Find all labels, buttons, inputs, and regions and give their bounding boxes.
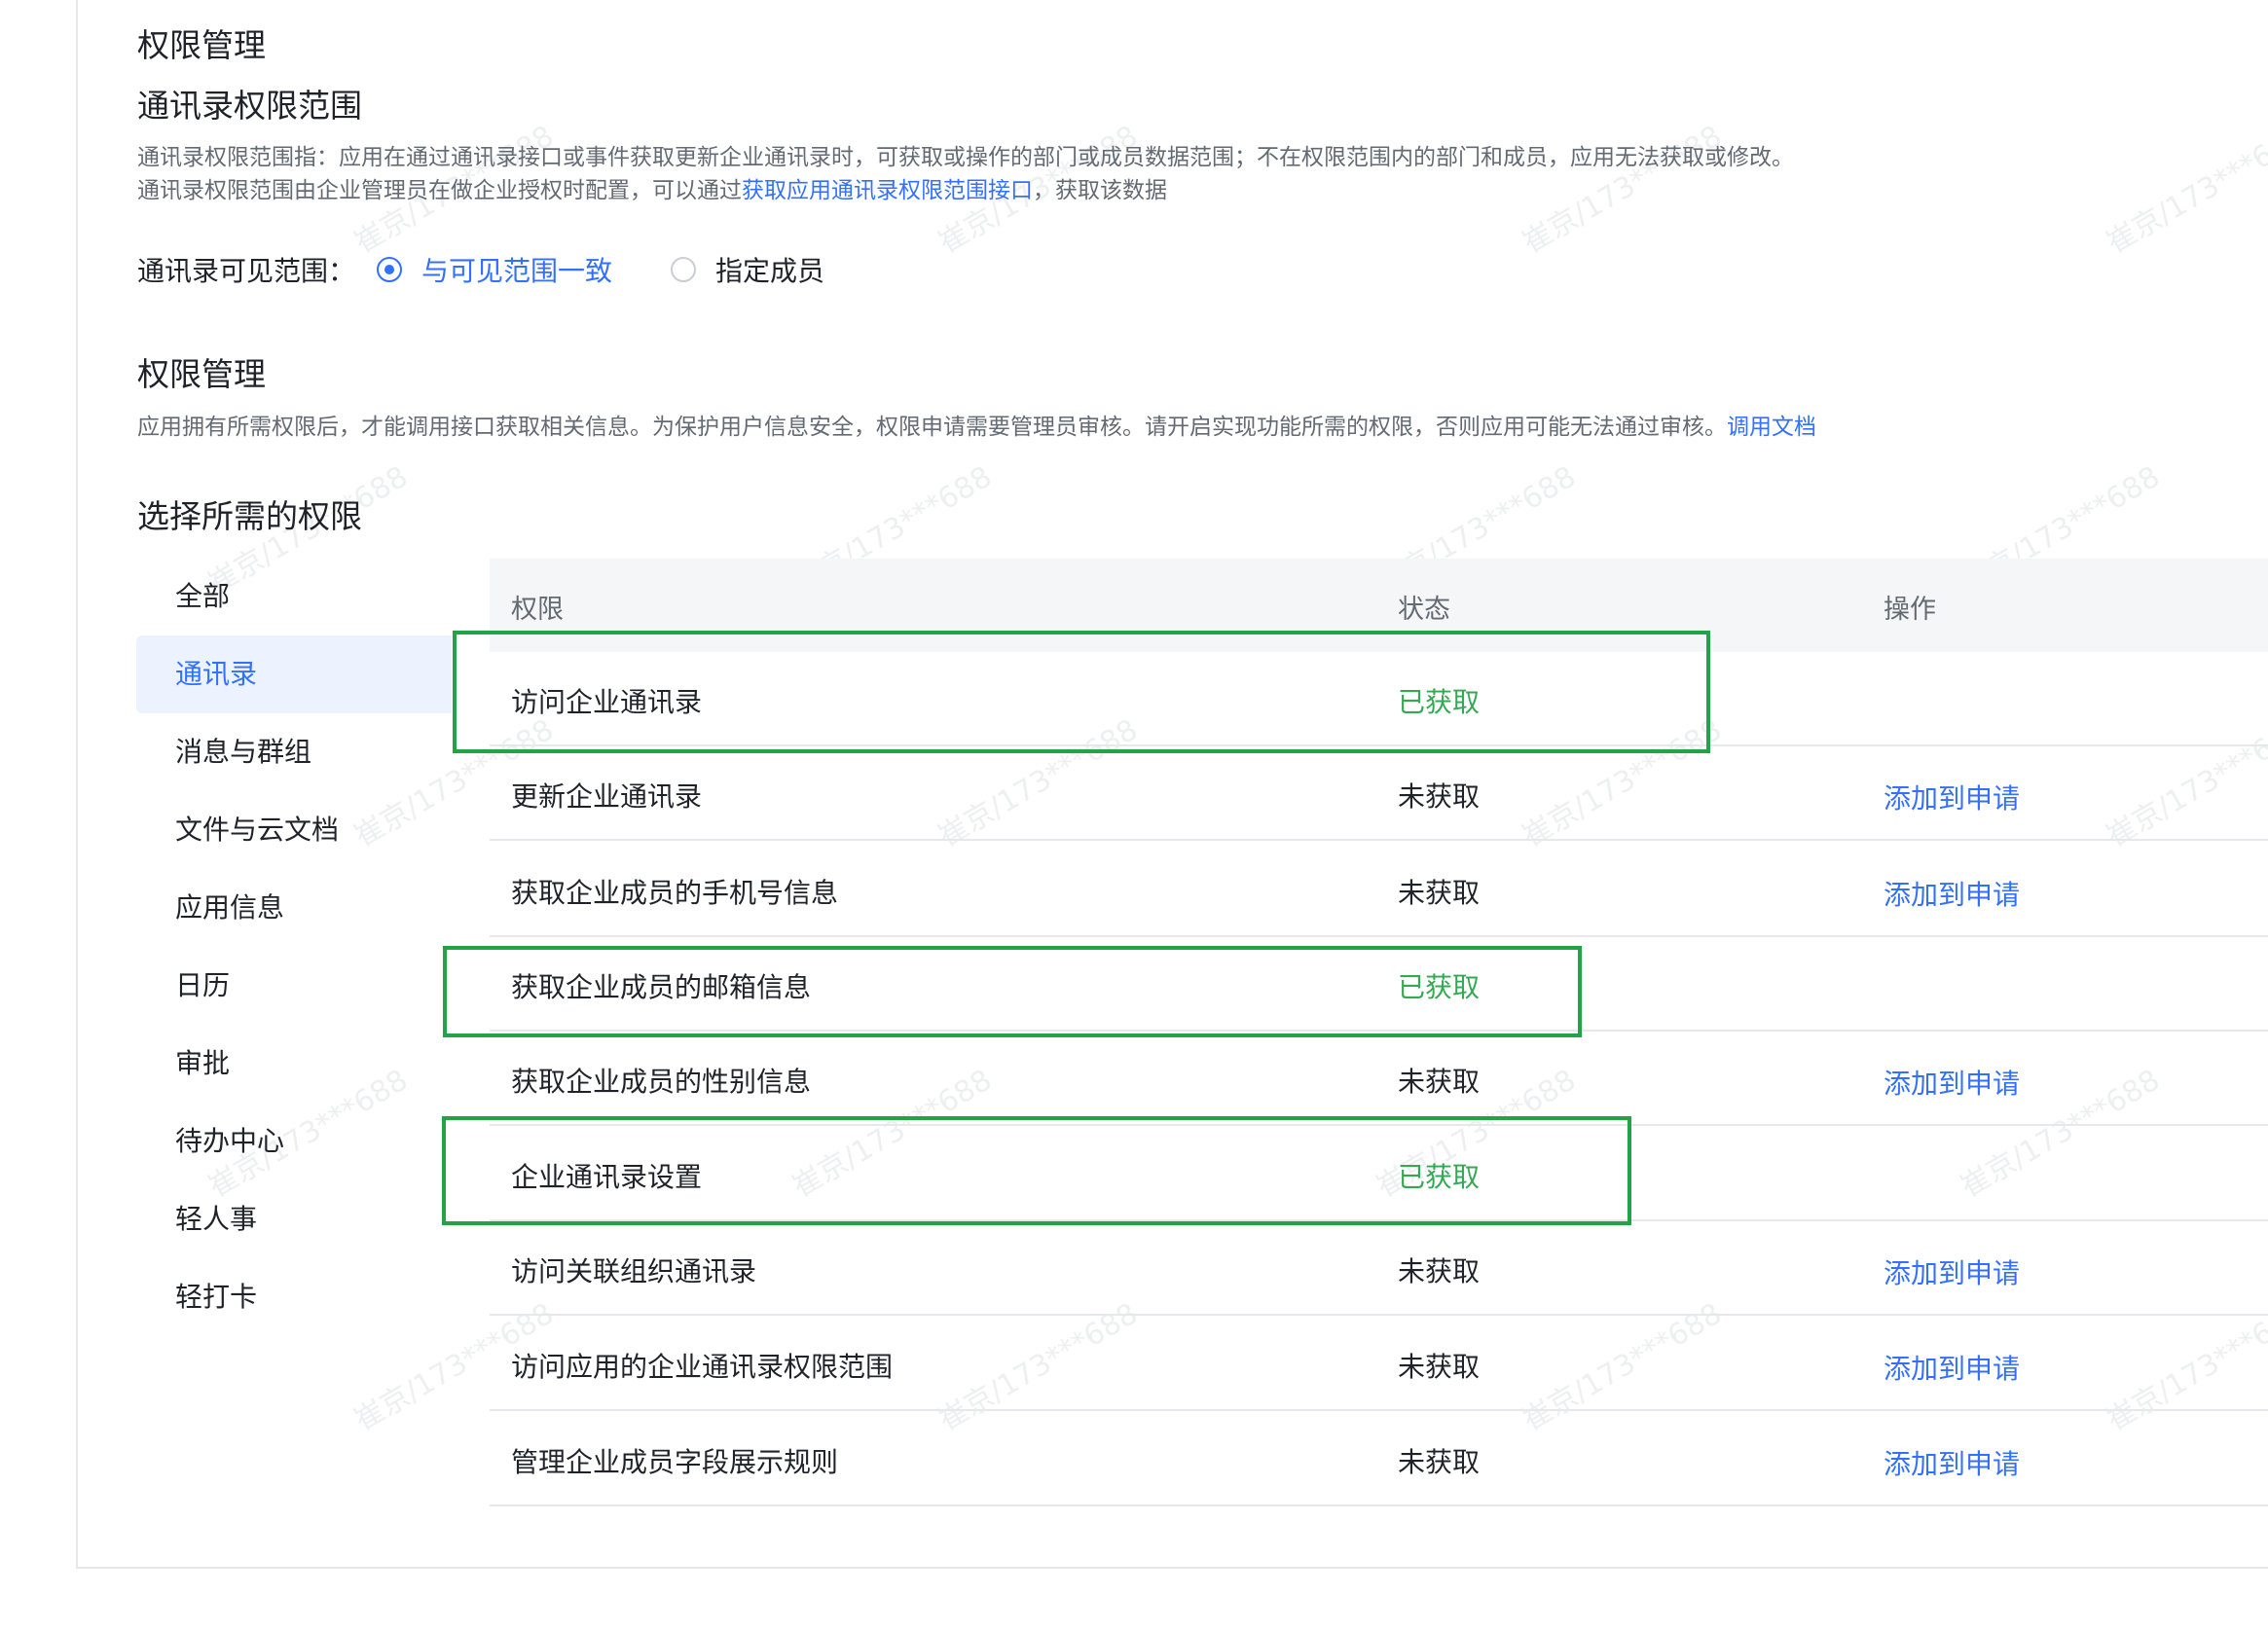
permission-name: 管理企业成员字段展示规则 [511,1446,839,1478]
category-files-docs[interactable]: 文件与云文档 [136,791,452,869]
permission-mgmt-desc: 应用拥有所需权限后，才能调用接口获取相关信息。为保护用户信息安全，权限申请需要管… [137,408,1816,441]
contacts-scope-desc-1: 通讯录权限范围指：应用在通过通讯录接口或事件获取更新企业通讯录时，可获取或操作的… [137,145,1794,170]
status-text: 未获取 [1398,780,1481,813]
option-same-scope-label[interactable]: 与可见范围一致 [421,250,612,289]
category-contacts[interactable]: 通讯录 [136,635,452,713]
permission-name: 访问关联组织通讯录 [511,1255,757,1287]
row-divider [490,935,2268,937]
highlight-box [443,946,1582,1037]
header-status: 状态 [1398,595,1450,625]
visible-scope-row: 通讯录可见范围： 与可见范围一致 指定成员 [137,250,824,289]
page-title: 权限管理 [137,26,266,64]
row-divider [490,1504,2268,1506]
category-approval[interactable]: 审批 [136,1025,452,1103]
contacts-scope-desc-2: 通讯录权限范围由企业管理员在做企业授权时配置，可以通过获取应用通讯录权限范围接口… [137,171,1167,204]
header-permission: 权限 [511,595,564,625]
option-specified-members-label[interactable]: 指定成员 [715,250,824,289]
add-to-request-button[interactable]: 添加到申请 [1884,1443,2020,1482]
add-to-request-button[interactable]: 添加到申请 [1884,1063,2020,1102]
highlight-box [453,631,1710,753]
header-action: 操作 [1884,595,1936,625]
row-divider [490,1314,2268,1316]
category-todo-center[interactable]: 待办中心 [136,1103,452,1180]
permission-desc-text: 应用拥有所需权限后，才能调用接口获取相关信息。为保护用户信息安全，权限申请需要管… [137,415,1727,440]
radio-same-scope[interactable] [377,257,403,282]
row-divider [490,1409,2268,1411]
desc-suffix: ，获取该数据 [1033,178,1167,203]
status-text: 未获取 [1398,1255,1481,1287]
status-text: 未获取 [1398,1351,1481,1383]
category-messages-groups[interactable]: 消息与群组 [136,713,452,791]
add-to-request-button[interactable]: 添加到申请 [1884,1252,2020,1291]
category-app-info[interactable]: 应用信息 [136,869,452,947]
add-to-request-button[interactable]: 添加到申请 [1884,778,2020,816]
radio-specified-members[interactable] [671,257,697,282]
status-text: 未获取 [1398,1446,1481,1478]
status-text: 未获取 [1398,1066,1481,1098]
permission-name: 获取企业成员的手机号信息 [511,877,839,909]
category-calendar[interactable]: 日历 [136,947,452,1025]
permission-mgmt-title: 权限管理 [137,355,266,393]
doc-link[interactable]: 调用文档 [1727,415,1816,440]
select-permissions-title: 选择所需的权限 [137,497,362,535]
visible-scope-label: 通讯录可见范围： [137,255,356,287]
category-all[interactable]: 全部 [136,558,452,635]
contacts-scope-title: 通讯录权限范围 [137,87,362,125]
add-to-request-button[interactable]: 添加到申请 [1884,1348,2020,1387]
scope-api-link[interactable]: 获取应用通讯录权限范围接口 [742,178,1033,203]
category-light-hr[interactable]: 轻人事 [136,1180,452,1258]
highlight-box [442,1116,1631,1225]
desc-prefix: 通讯录权限范围由企业管理员在做企业授权时配置，可以通过 [137,178,742,203]
permission-name: 获取企业成员的性别信息 [511,1066,812,1098]
add-to-request-button[interactable]: 添加到申请 [1884,874,2020,913]
permission-name: 更新企业通讯录 [511,780,703,813]
status-text: 未获取 [1398,877,1481,909]
row-divider [490,839,2268,841]
category-light-clockin[interactable]: 轻打卡 [136,1258,452,1336]
permission-name: 访问应用的企业通讯录权限范围 [511,1351,894,1383]
